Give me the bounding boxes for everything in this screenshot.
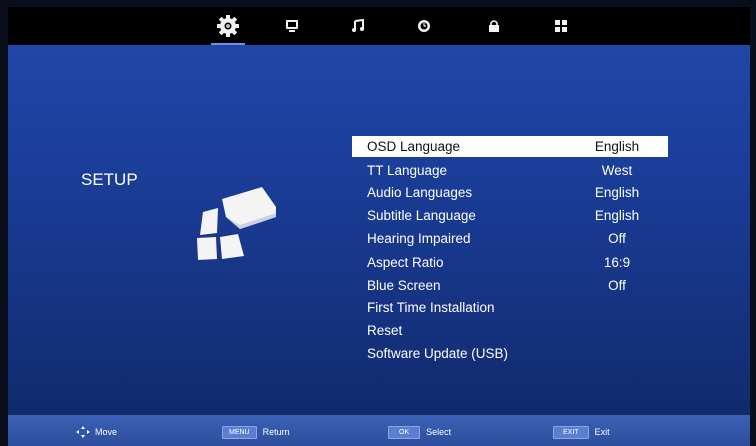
menu-item[interactable]: Subtitle Language English <box>352 205 668 226</box>
menu-item-label: Subtitle Language <box>367 208 476 223</box>
hint-move: Move <box>76 426 117 438</box>
menu-item[interactable]: Audio Languages English <box>352 182 668 203</box>
menu-key: MENU <box>222 426 257 439</box>
grid-icon <box>555 20 567 32</box>
tab-picture[interactable] <box>272 7 312 45</box>
tab-time[interactable] <box>404 7 444 45</box>
menu-item-label: Software Update (USB) <box>367 346 509 361</box>
menu-item[interactable]: TT Language West <box>352 160 668 181</box>
hint-select-label: Select <box>426 427 452 437</box>
menu-item-label: Hearing Impaired <box>367 231 471 246</box>
menu-item-value: West <box>601 163 633 178</box>
menu-item-label: Blue Screen <box>367 278 441 293</box>
menu-item[interactable]: OSD Language English <box>352 136 668 157</box>
menu-item[interactable]: First Time Installation <box>352 297 668 318</box>
menu-item[interactable]: Blue Screen Off <box>352 275 668 296</box>
setup-graphic <box>197 187 276 260</box>
page-title: SETUP <box>81 170 138 189</box>
menu-item-label: OSD Language <box>367 139 461 154</box>
footer-hint-bar: Move MENU Return OK Select EXIT Exit <box>8 415 750 446</box>
gear-icon <box>217 15 239 37</box>
hint-move-label: Move <box>95 426 118 437</box>
menu-item-value: Off <box>608 231 626 246</box>
tab-lock[interactable] <box>474 7 514 45</box>
menu-item-value: English <box>594 208 640 223</box>
tab-app[interactable] <box>541 7 581 45</box>
menu-item-label: Reset <box>367 323 403 338</box>
menu-item-value: English <box>594 139 640 154</box>
hint-exit: EXIT Exit <box>553 426 610 439</box>
menu-item-label: Audio Languages <box>367 185 473 200</box>
exit-key: EXIT <box>553 426 589 439</box>
menu-item-label: First Time Installation <box>367 300 495 315</box>
lock-icon <box>489 20 499 32</box>
tab-sound[interactable] <box>338 7 378 45</box>
tab-setup[interactable] <box>208 7 248 45</box>
picture-icon <box>286 20 298 32</box>
clock-icon <box>418 20 430 32</box>
menu-item[interactable]: Hearing Impaired Off <box>352 228 668 249</box>
menu-item-label: TT Language <box>367 163 448 178</box>
menu-item-value: Off <box>608 278 626 293</box>
menu-item[interactable]: Aspect Ratio 16:9 <box>352 252 668 273</box>
menu-item[interactable]: Reset <box>352 320 668 341</box>
hint-select: OK Select <box>388 426 451 439</box>
hint-return: MENU Return <box>222 426 290 439</box>
menu-item-label: Aspect Ratio <box>367 255 444 270</box>
menu-item-value: English <box>594 185 640 200</box>
dpad-arrows-icon <box>76 426 90 438</box>
music-note-icon <box>352 19 364 32</box>
menu-item[interactable]: Software Update (USB) <box>352 343 668 364</box>
hint-exit-label: Exit <box>594 427 610 437</box>
menu-item-value: 16:9 <box>603 255 631 270</box>
ok-key: OK <box>388 426 421 439</box>
top-tab-bar <box>8 7 750 45</box>
hint-return-label: Return <box>262 427 290 437</box>
